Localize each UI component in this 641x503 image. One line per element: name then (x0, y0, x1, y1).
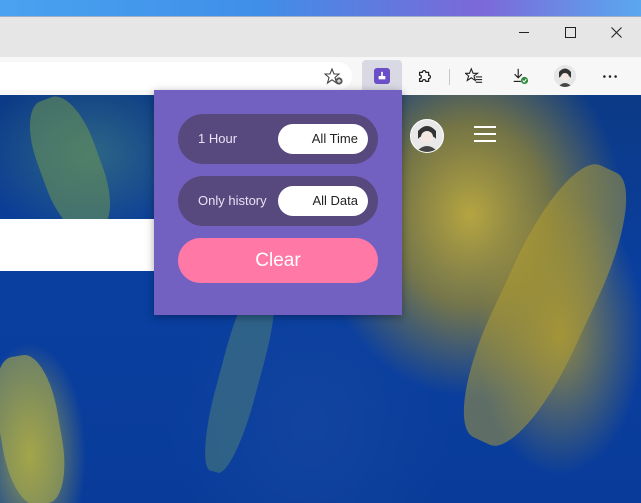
kelp-decoration (440, 150, 641, 460)
page-avatar-icon[interactable] (410, 119, 444, 153)
toolbar-separator (449, 69, 450, 85)
favorites-icon (465, 67, 483, 83)
history-eraser-extension-icon (374, 68, 390, 84)
data-type-toggle[interactable]: Only history All Data (178, 176, 378, 226)
data-type-option-only-history[interactable]: Only history (198, 176, 267, 226)
maximize-icon (564, 26, 576, 38)
hamburger-menu-icon[interactable] (474, 126, 496, 142)
desktop-background-strip (0, 0, 641, 16)
data-type-option-all-data[interactable]: All Data (278, 186, 368, 216)
time-range-toggle[interactable]: 1 Hour All Time (178, 114, 378, 164)
add-favorite-icon[interactable] (324, 68, 344, 86)
more-button[interactable] (593, 60, 627, 92)
page-search-box[interactable] (0, 219, 170, 271)
favorites-button[interactable] (457, 60, 491, 92)
maximize-button[interactable] (547, 17, 593, 47)
time-range-option-all-time[interactable]: All Time (278, 124, 368, 154)
history-eraser-extension-button[interactable] (362, 60, 402, 92)
close-icon (610, 26, 622, 38)
history-eraser-popup: 1 Hour All Time Only history All Data Cl… (154, 90, 402, 315)
extensions-button[interactable] (408, 60, 442, 92)
downloads-button[interactable] (503, 60, 537, 92)
title-bar (0, 17, 641, 57)
time-range-option-1-hour[interactable]: 1 Hour (198, 114, 237, 164)
profile-button[interactable] (548, 60, 582, 92)
profile-avatar-icon (554, 65, 576, 87)
downloads-icon (513, 68, 529, 85)
extensions-puzzle-icon (418, 69, 432, 83)
clear-button[interactable]: Clear (178, 238, 378, 283)
address-bar[interactable] (0, 62, 352, 90)
minimize-button[interactable] (501, 17, 547, 47)
more-icon (603, 74, 617, 78)
minimize-icon (519, 31, 529, 33)
kelp-decoration (0, 350, 73, 503)
close-button[interactable] (593, 17, 639, 47)
